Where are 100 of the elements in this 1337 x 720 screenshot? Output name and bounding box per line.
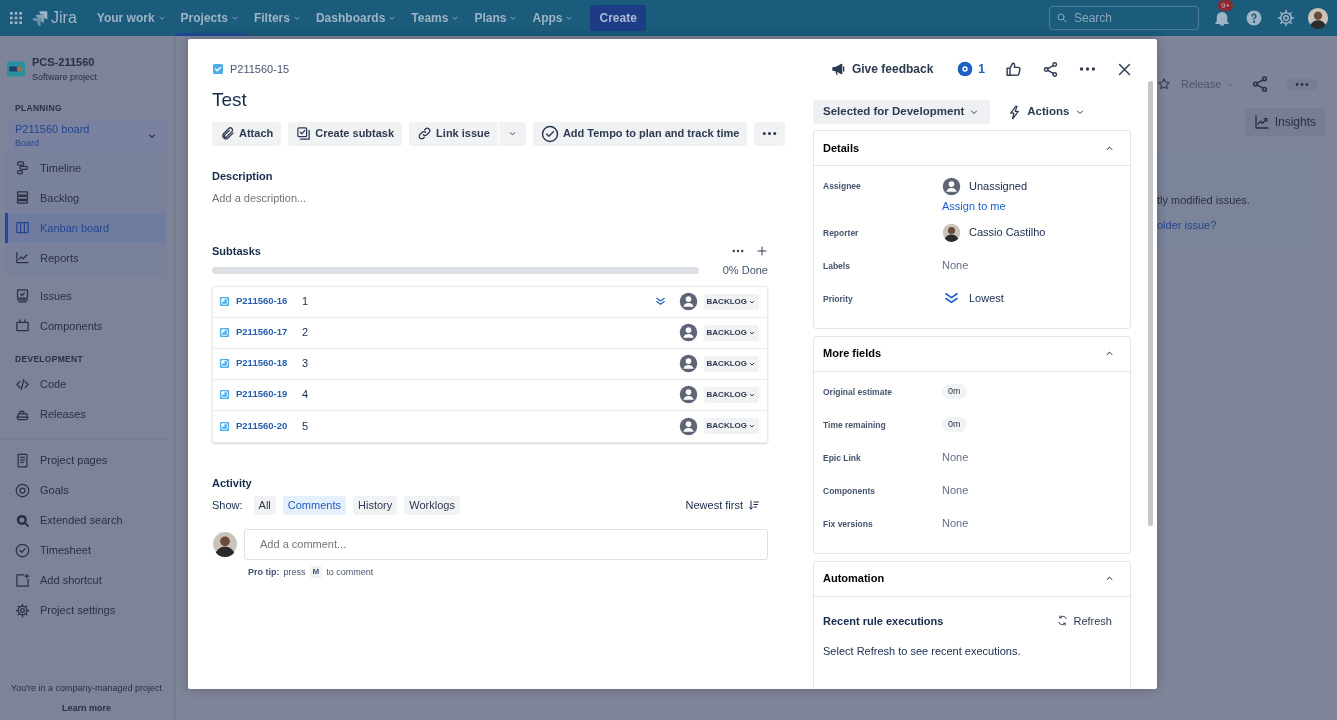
filter-tab[interactable]: Comments bbox=[282, 496, 346, 515]
field-value: None bbox=[942, 450, 969, 466]
scrollbar[interactable] bbox=[1148, 81, 1153, 526]
sidebar-item[interactable]: Components bbox=[0, 310, 173, 341]
comment-field[interactable]: Add a comment... bbox=[244, 528, 768, 560]
avatar bbox=[942, 223, 961, 242]
chart-icon bbox=[1253, 114, 1270, 130]
project-type: Software project bbox=[32, 70, 98, 84]
app-switcher-icon bbox=[8, 10, 24, 26]
avatar-icon bbox=[678, 385, 698, 404]
issue-key-link[interactable]: P211560-15 bbox=[212, 60, 290, 78]
create-button[interactable]: Create bbox=[590, 5, 646, 31]
reports-icon bbox=[15, 250, 30, 266]
star-icon bbox=[1157, 77, 1171, 91]
issue-key-link[interactable]: P211560-16 bbox=[236, 294, 296, 309]
help-icon[interactable] bbox=[1245, 9, 1263, 27]
pages-icon bbox=[15, 453, 30, 468]
subtask-type-icon bbox=[219, 296, 230, 307]
issue-key-link[interactable]: P211560-19 bbox=[236, 387, 296, 402]
panel-header[interactable]: More fields bbox=[814, 336, 1130, 372]
link-icon bbox=[417, 126, 433, 141]
notifications-icon[interactable] bbox=[1213, 9, 1231, 27]
subtask-summary: 5 bbox=[302, 418, 310, 434]
issue-key-link[interactable]: P211560-20 bbox=[236, 418, 296, 434]
section-heading: PLANNING bbox=[14, 102, 63, 115]
sidebar-item[interactable]: Goals bbox=[0, 475, 173, 506]
avatar-icon bbox=[942, 176, 961, 196]
nav-menu[interactable]: Projects bbox=[174, 0, 246, 36]
status-dropdown[interactable]: BACKLOG bbox=[703, 418, 759, 434]
avatar-icon bbox=[678, 292, 698, 311]
sidebar-item[interactable]: Extended search bbox=[0, 505, 173, 536]
nav-menu[interactable]: Filters bbox=[247, 0, 308, 36]
like-button[interactable] bbox=[1005, 60, 1022, 78]
feedback-button[interactable]: Give feedback bbox=[830, 60, 934, 78]
field-label: Assignee bbox=[823, 180, 862, 193]
sort-button[interactable]: Newest first bbox=[685, 497, 760, 514]
sidebar-item[interactable]: Timesheet bbox=[0, 535, 173, 566]
actions-button[interactable]: Actions bbox=[1007, 103, 1087, 121]
status-dropdown[interactable]: BACKLOG bbox=[703, 293, 759, 310]
nav-menu[interactable]: Plans bbox=[468, 0, 525, 36]
sidebar-item[interactable]: Code bbox=[0, 369, 173, 400]
kanban-icon bbox=[15, 220, 30, 236]
settings-icon[interactable] bbox=[1277, 9, 1295, 27]
sidebar-item[interactable]: Issues bbox=[0, 280, 173, 311]
nav-menu[interactable]: Apps bbox=[526, 0, 581, 36]
nav-menu[interactable]: Teams bbox=[405, 0, 467, 36]
toolbar-button[interactable]: Attach bbox=[212, 121, 282, 146]
field-value: None bbox=[942, 516, 969, 532]
issues-icon bbox=[15, 288, 30, 304]
panel-header[interactable]: Details bbox=[814, 131, 1130, 166]
xsearch-icon bbox=[15, 513, 30, 528]
task-icon bbox=[212, 63, 224, 75]
tip-text: press bbox=[283, 565, 306, 579]
issue-key-link[interactable]: P211560-17 bbox=[236, 325, 296, 340]
status-dropdown[interactable]: BACKLOG bbox=[703, 355, 759, 372]
sidebar-item[interactable]: Backlog bbox=[5, 182, 166, 213]
toolbar-button[interactable]: Link issue bbox=[409, 121, 498, 146]
sidebar-item[interactable]: Releases bbox=[0, 399, 173, 430]
add-button[interactable] bbox=[756, 244, 768, 257]
sidebar-item[interactable]: Project settings bbox=[0, 595, 173, 626]
field-label: Original estimate bbox=[823, 385, 893, 399]
automation-text: Select Refresh to see recent executions. bbox=[823, 644, 1022, 659]
status-dropdown[interactable]: BACKLOG bbox=[703, 386, 759, 403]
sidebar-item[interactable]: Timeline bbox=[5, 152, 166, 183]
nav-menu[interactable]: Your work bbox=[90, 0, 173, 36]
learn-more-link[interactable]: Learn more bbox=[62, 701, 111, 715]
filter-tab[interactable]: All bbox=[253, 496, 276, 515]
field-label: Time remaining bbox=[823, 418, 887, 432]
more-button[interactable] bbox=[732, 248, 744, 253]
share-button[interactable] bbox=[1042, 60, 1059, 78]
sidebar-item[interactable]: Project pages bbox=[0, 445, 173, 476]
watch-button[interactable]: 1 bbox=[957, 60, 985, 78]
status-dropdown[interactable]: BACKLOG bbox=[703, 324, 759, 341]
sidebar-item[interactable]: Reports bbox=[5, 242, 166, 273]
avatar-icon bbox=[678, 416, 698, 436]
toolbar-button[interactable]: Create subtask bbox=[288, 121, 403, 146]
tsheet-icon bbox=[15, 543, 30, 558]
show-label: Show: bbox=[212, 498, 243, 513]
sidebar-item[interactable]: Add shortcut bbox=[0, 565, 173, 596]
nav-menu[interactable]: Dashboards bbox=[309, 0, 404, 36]
timeline-icon bbox=[15, 160, 30, 176]
filter-tab[interactable]: History bbox=[353, 496, 398, 515]
status-dropdown[interactable]: Selected for Development bbox=[813, 100, 991, 124]
issue-key-link[interactable]: P211560-18 bbox=[236, 356, 296, 371]
panel-header[interactable]: Automation bbox=[814, 561, 1130, 597]
filter-tab[interactable]: Worklogs bbox=[404, 496, 460, 515]
more-button[interactable] bbox=[1079, 66, 1096, 72]
refresh-button[interactable]: Refresh bbox=[1057, 612, 1112, 629]
paperclip-icon bbox=[220, 126, 235, 141]
share-icon bbox=[1251, 75, 1270, 93]
avatar bbox=[212, 531, 238, 557]
avatar[interactable] bbox=[1307, 7, 1329, 29]
search-field[interactable]: Search bbox=[1049, 6, 1199, 30]
avatar-icon bbox=[678, 354, 698, 373]
more-icon bbox=[1295, 81, 1310, 87]
components-icon bbox=[15, 318, 30, 334]
insights-button[interactable]: Insights bbox=[1244, 108, 1325, 136]
more-button[interactable] bbox=[754, 121, 786, 146]
assign-link[interactable]: Assign to me bbox=[942, 198, 1006, 215]
toolbar-button[interactable]: Add Tempo to plan and track time bbox=[532, 121, 748, 146]
